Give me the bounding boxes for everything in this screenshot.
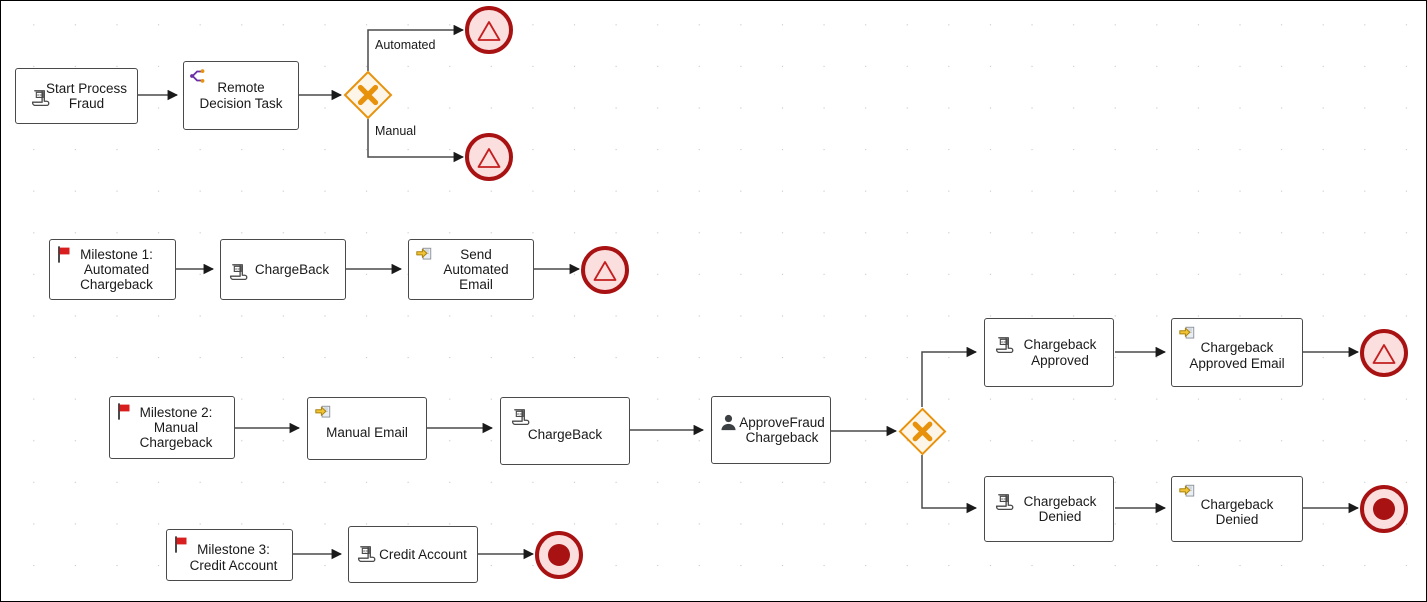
node-label: ChargeBack: [254, 261, 330, 277]
node-label: Chargeback Denied: [1023, 493, 1097, 524]
script-icon: <>: [511, 406, 530, 426]
send-email-icon: [1178, 483, 1196, 501]
user-icon: [719, 413, 737, 431]
script-icon: <>: [229, 261, 248, 280]
script-icon: <>: [995, 491, 1014, 511]
send-email-icon: [1178, 325, 1196, 343]
script-icon: <>: [995, 334, 1014, 354]
node-label: Chargeback Approved: [1023, 337, 1097, 368]
end-event-milestone-1[interactable]: [581, 246, 629, 294]
node-label: Chargeback Denied: [1200, 496, 1274, 527]
end-event-automated[interactable]: [465, 6, 513, 54]
node-label: Milestone 1: Automated Chargeback: [80, 246, 153, 293]
node-credit-account[interactable]: <> Credit Account: [348, 526, 478, 583]
flow-label-manual: Manual: [375, 124, 416, 138]
milestone-flag-icon: [116, 403, 134, 421]
bpmn-canvas[interactable]: <> Start Process Fraud Remote Decision T…: [0, 0, 1427, 602]
send-email-icon: [314, 404, 332, 422]
node-manual-email[interactable]: Manual Email: [307, 397, 427, 460]
terminate-dot-icon: [548, 544, 570, 566]
node-milestone-2[interactable]: Milestone 2: Manual Chargeback: [109, 396, 235, 459]
node-send-automated-email[interactable]: Send Automated Email: [408, 239, 534, 300]
node-label: Manual Email: [326, 424, 408, 440]
node-label: ApproveFraud Chargeback: [739, 414, 825, 445]
end-event-manual[interactable]: [465, 133, 513, 181]
node-chargeback-denied-email[interactable]: Chargeback Denied: [1171, 476, 1303, 542]
node-milestone-3[interactable]: Milestone 3: Credit Account: [166, 529, 293, 581]
node-label: Chargeback Approved Email: [1189, 340, 1285, 371]
node-chargeback-approved[interactable]: <> Chargeback Approved: [984, 318, 1114, 387]
script-icon: <>: [357, 543, 376, 562]
node-milestone-1[interactable]: Milestone 1: Automated Chargeback: [49, 239, 176, 300]
node-chargeback-1[interactable]: <> ChargeBack: [220, 239, 346, 300]
svg-text:<>: <>: [1001, 341, 1007, 346]
node-start-process-fraud[interactable]: <> Start Process Fraud: [15, 68, 138, 124]
milestone-flag-icon: [173, 536, 191, 554]
node-label: Send Automated Email: [443, 246, 509, 293]
node-label: Credit Account: [379, 546, 467, 562]
gateway-decision-route[interactable]: [343, 70, 393, 120]
escalation-triangle-icon: [1372, 344, 1396, 365]
node-remote-decision-task[interactable]: Remote Decision Task: [183, 61, 299, 130]
escalation-triangle-icon: [593, 261, 617, 282]
remote-decision-icon: [189, 67, 207, 85]
svg-text:<>: <>: [37, 94, 43, 99]
node-label: Milestone 2: Manual Chargeback: [139, 404, 213, 451]
node-label: Start Process Fraud: [45, 80, 128, 111]
svg-text:<>: <>: [517, 413, 523, 418]
gateway-approval-route[interactable]: [898, 407, 947, 456]
script-icon: <>: [31, 87, 50, 106]
svg-text:<>: <>: [1001, 498, 1007, 503]
send-email-icon: [415, 246, 433, 264]
node-label: Milestone 3: Credit Account: [189, 542, 278, 573]
end-event-approved[interactable]: [1360, 329, 1408, 377]
svg-text:<>: <>: [363, 549, 369, 554]
node-chargeback-2[interactable]: <> ChargeBack: [500, 397, 630, 465]
terminate-dot-icon: [1373, 498, 1395, 520]
node-chargeback-denied[interactable]: <> Chargeback Denied: [984, 476, 1114, 542]
milestone-flag-icon: [56, 246, 74, 264]
node-label: Remote Decision Task: [199, 80, 283, 111]
end-event-denied[interactable]: [1360, 485, 1408, 533]
node-approve-fraud-chargeback[interactable]: ApproveFraud Chargeback: [711, 396, 831, 464]
escalation-triangle-icon: [477, 21, 501, 42]
node-label: ChargeBack: [527, 427, 603, 443]
flow-label-automated: Automated: [375, 38, 436, 52]
node-chargeback-approved-email[interactable]: Chargeback Approved Email: [1171, 318, 1303, 387]
svg-text:<>: <>: [235, 267, 241, 272]
end-event-credit-account[interactable]: [535, 531, 583, 579]
escalation-triangle-icon: [477, 148, 501, 169]
